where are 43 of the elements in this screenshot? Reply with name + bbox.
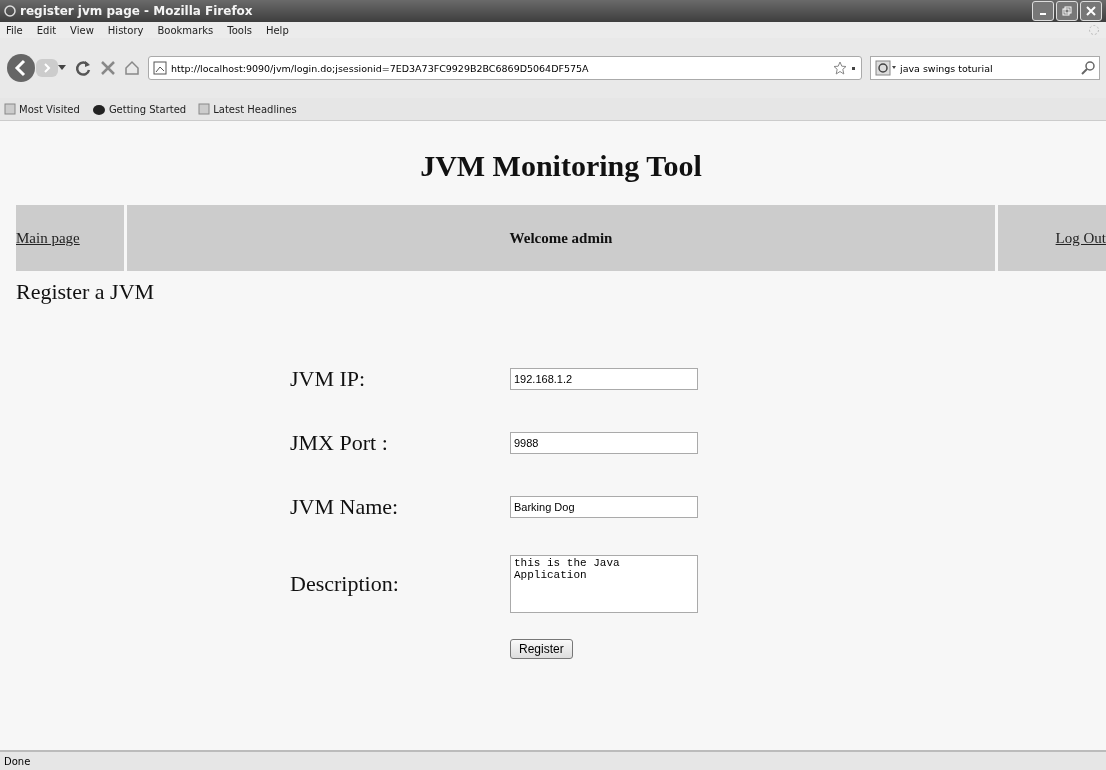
- register-button[interactable]: Register: [510, 639, 573, 659]
- field-label: JMX Port :: [290, 430, 388, 456]
- window-title: register jvm page - Mozilla Firefox: [20, 4, 254, 18]
- page-heading: JVM Monitoring Tool: [419, 149, 703, 183]
- menu-item[interactable]: History: [107, 24, 144, 36]
- menu-item[interactable]: Bookmarks: [157, 24, 214, 36]
- restore-button[interactable]: [1056, 1, 1078, 21]
- throbber-icon: [1088, 24, 1100, 36]
- minimize-button[interactable]: [1032, 1, 1054, 21]
- logout-link[interactable]: Log Out: [1055, 229, 1106, 247]
- address-field[interactable]: http://localhost:9090/jvm/login.do;jsessionid=7ED3A73FC9929B2BC6869D5064DF575A: [171, 62, 829, 74]
- field-label: Description:: [290, 571, 399, 597]
- search-field[interactable]: java swings toturial: [900, 62, 1078, 74]
- reload-icon[interactable]: [74, 59, 92, 77]
- menu-item[interactable]: Tools: [227, 24, 252, 36]
- search-bar[interactable]: java swings toturial: [870, 56, 1100, 80]
- restore-icon: [1062, 6, 1072, 16]
- input-field[interactable]: Barking Dog: [510, 496, 698, 518]
- main-page-link[interactable]: Main page: [16, 229, 80, 247]
- close-button[interactable]: [1080, 1, 1102, 21]
- description-field[interactable]: this is the Java Application: [510, 555, 698, 613]
- address-bar[interactable]: http://localhost:9090/jvm/login.do;jsessionid=7ED3A73FC9929B2BC6869D5064DF575A: [148, 56, 862, 80]
- menu-item[interactable]: Edit: [36, 24, 57, 36]
- status-text: Done: [4, 755, 31, 767]
- menu-item[interactable]: File: [6, 24, 23, 36]
- field-label: JVM Name:: [290, 494, 399, 520]
- home-icon[interactable]: [124, 60, 140, 76]
- star-icon[interactable]: [833, 61, 847, 75]
- search-engine-icon[interactable]: [875, 60, 897, 76]
- menu-item[interactable]: Help: [265, 24, 289, 36]
- bookmark-link[interactable]: Latest Headlines: [213, 103, 297, 115]
- stop-icon[interactable]: [100, 60, 116, 76]
- close-icon: [1086, 6, 1096, 16]
- bookmark-link[interactable]: Getting Started: [108, 103, 187, 115]
- search-icon[interactable]: [1081, 61, 1095, 75]
- welcome-text: Welcome admin: [509, 229, 613, 247]
- input-field[interactable]: 9988: [510, 432, 698, 454]
- back-button[interactable]: [6, 53, 36, 83]
- field-label: JVM IP:: [290, 366, 366, 392]
- menu-item[interactable]: View: [70, 24, 94, 36]
- section-title: Register a JVM: [16, 279, 156, 305]
- bookmark-link[interactable]: Most Visited: [19, 103, 80, 115]
- input-field[interactable]: 192.168.1.2: [510, 368, 698, 390]
